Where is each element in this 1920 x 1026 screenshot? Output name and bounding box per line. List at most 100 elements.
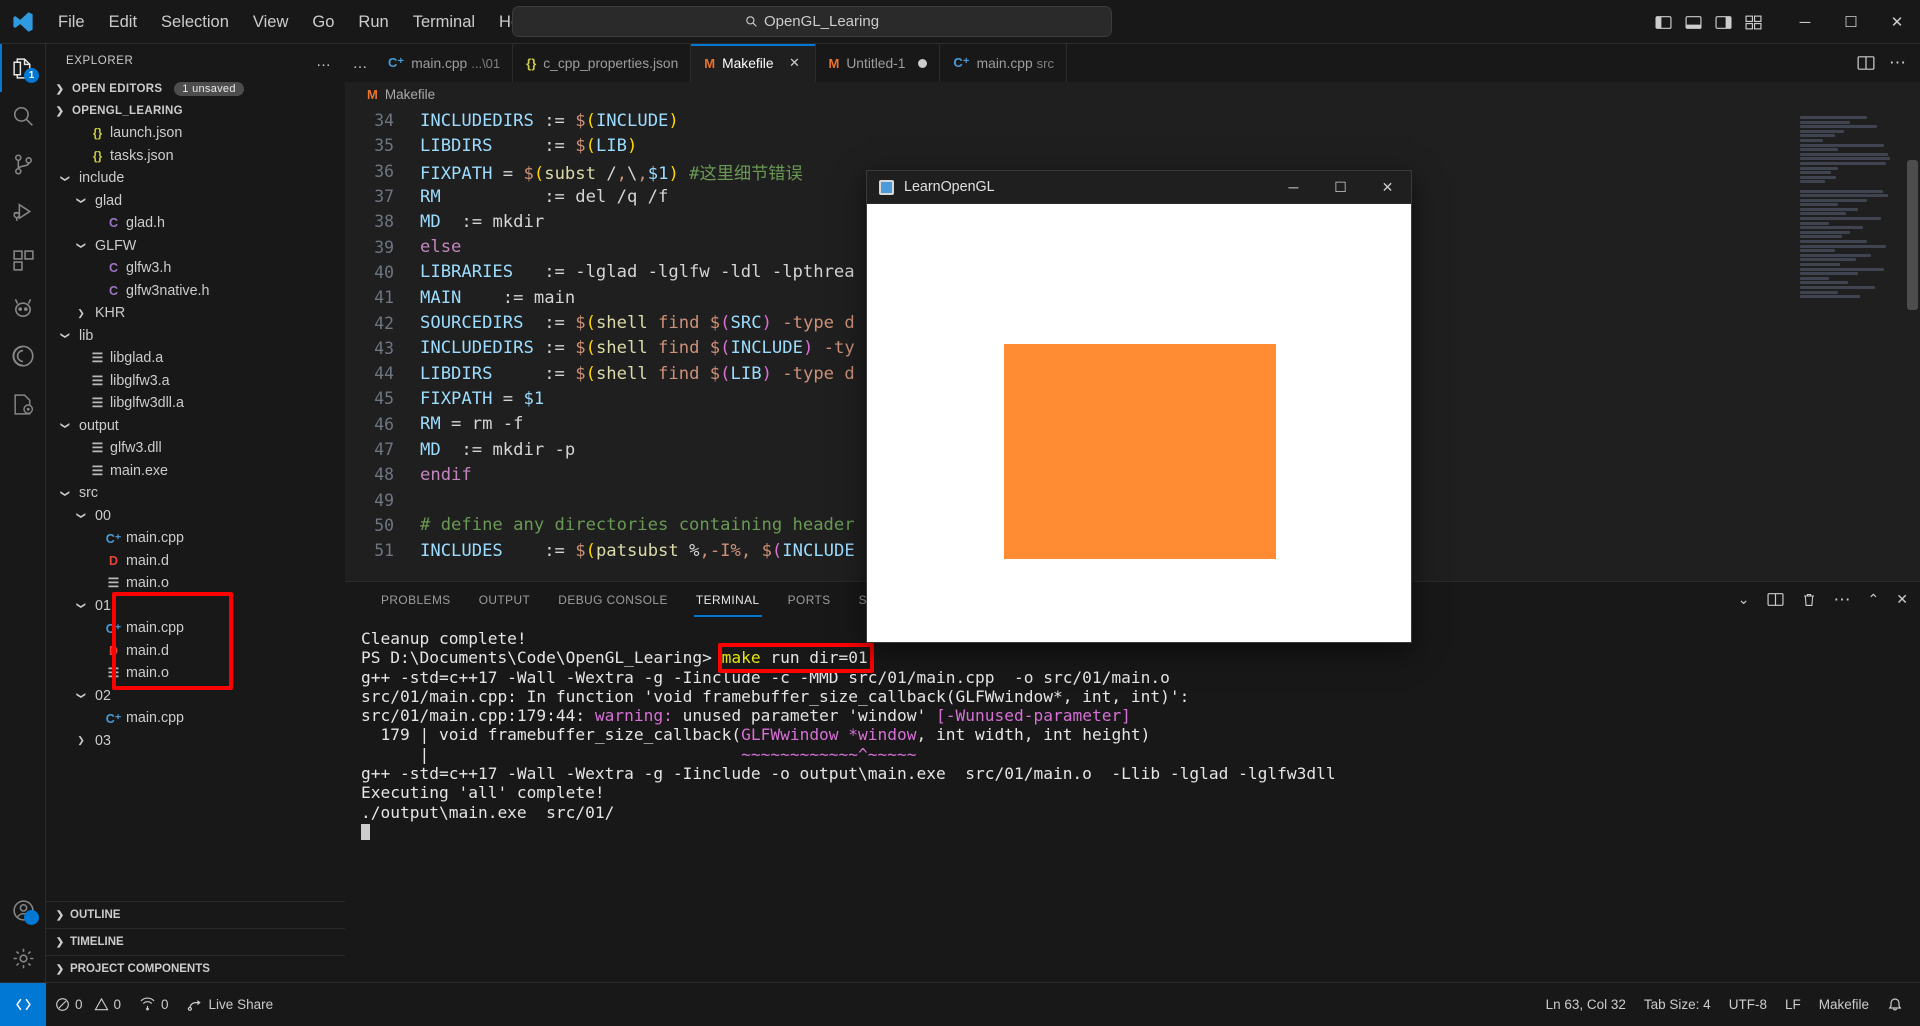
section-open-editors[interactable]: ❯ OPEN EDITORS 1 unsaved — [46, 78, 345, 100]
chevron-down-icon[interactable]: ❯ — [60, 171, 71, 185]
tree-item-libglfw3-a[interactable]: ☰ libglfw3.a — [46, 370, 345, 393]
activity-item-source-control[interactable] — [0, 140, 46, 188]
split-terminal-icon[interactable] — [1767, 591, 1784, 608]
chevron-down-icon[interactable]: ❯ — [76, 599, 87, 613]
glwindow-close-button[interactable]: ✕ — [1364, 171, 1411, 204]
panel-tab-debug-console[interactable]: DEBUG CONSOLE — [544, 582, 682, 617]
chevron-down-icon[interactable]: ❯ — [60, 329, 71, 343]
tree-item-glfw3-dll[interactable]: ☰ glfw3.dll — [46, 437, 345, 460]
remote-window-indicator[interactable] — [0, 982, 46, 1026]
editor-tab-makefile[interactable]: M Makefile ✕ — [691, 44, 816, 82]
tab-size[interactable]: Tab Size: 4 — [1635, 983, 1720, 1026]
tree-item-main-o[interactable]: ☰ main.o — [46, 572, 345, 595]
sidebar-more-actions-icon[interactable]: … — [308, 53, 339, 70]
code-line[interactable]: 35 LIBDIRS := $(LIB) — [345, 133, 1920, 158]
activity-item-platformio[interactable] — [0, 284, 46, 332]
minimap[interactable] — [1800, 106, 1904, 581]
section-outline[interactable]: ❯ OUTLINE — [46, 901, 345, 928]
tree-item-tasks-json[interactable]: {} tasks.json — [46, 145, 345, 168]
tree-item-00[interactable]: ❯ 00 — [46, 505, 345, 528]
toggle-secondary-sidebar-icon[interactable] — [1708, 0, 1738, 44]
breadcrumb[interactable]: M Makefile — [345, 82, 1920, 106]
menu-bar[interactable]: File Edit Selection View Go Run Terminal… — [46, 0, 545, 44]
end-of-line[interactable]: LF — [1776, 983, 1810, 1026]
tree-item-libglfw3dll-a[interactable]: ☰ libglfw3dll.a — [46, 392, 345, 415]
panel-tab-problems[interactable]: PROBLEMS — [367, 582, 465, 617]
menu-item-go[interactable]: Go — [300, 8, 346, 36]
activity-item-explorer[interactable]: 1 — [0, 44, 46, 92]
tree-item-include[interactable]: ❯ include — [46, 167, 345, 190]
file-tree[interactable]: {} launch.json {} tasks.json ❯ include ❯ glad Cg… — [46, 122, 345, 747]
tree-item-libglad-a[interactable]: ☰ libglad.a — [46, 347, 345, 370]
editor-more-actions-icon[interactable]: ⋯ — [1889, 53, 1906, 73]
editor-tab-main-cpp[interactable]: C⁺ main.cpp ...\01 — [375, 44, 514, 82]
chevron-down-icon[interactable]: ❯ — [76, 509, 87, 523]
section-project-components[interactable]: ❯ PROJECT COMPONENTS — [46, 955, 345, 982]
tree-item-03[interactable]: ❯ 03 — [46, 730, 345, 747]
tree-item-main-cpp[interactable]: C⁺ main.cpp — [46, 527, 345, 550]
activity-item-cpp-config[interactable] — [0, 380, 46, 428]
activity-item-search[interactable] — [0, 92, 46, 140]
panel-tab-ports[interactable]: PORTS — [774, 582, 845, 617]
tree-item-main-d[interactable]: Dmain.d — [46, 550, 345, 573]
editor-scrollbar[interactable] — [1907, 160, 1918, 310]
glwindow-minimize-button[interactable]: ─ — [1270, 171, 1317, 204]
tree-item-output[interactable]: ❯ output — [46, 415, 345, 438]
menu-item-view[interactable]: View — [241, 8, 300, 36]
menu-item-edit[interactable]: Edit — [97, 8, 149, 36]
tree-item-glfw[interactable]: ❯ GLFW — [46, 235, 345, 258]
tree-item-glad-h[interactable]: Cglad.h — [46, 212, 345, 235]
activity-item-accounts[interactable] — [0, 886, 46, 934]
tree-item-main-o[interactable]: ☰ main.o — [46, 662, 345, 685]
chevron-down-icon[interactable]: ❯ — [60, 419, 71, 433]
toggle-primary-sidebar-icon[interactable] — [1648, 0, 1678, 44]
activity-item-remote-explorer[interactable] — [0, 332, 46, 380]
activity-item-settings[interactable] — [0, 934, 46, 982]
tree-item-main-exe[interactable]: ☰ main.exe — [46, 460, 345, 483]
menu-item-terminal[interactable]: Terminal — [401, 8, 487, 36]
cursor-position[interactable]: Ln 63, Col 32 — [1537, 983, 1635, 1026]
kill-terminal-icon[interactable] — [1801, 592, 1817, 608]
menu-item-file[interactable]: File — [46, 8, 97, 36]
problems-indicator[interactable]: 0 0 — [46, 983, 130, 1026]
menu-item-selection[interactable]: Selection — [149, 8, 241, 36]
chevron-right-icon[interactable]: ❯ — [74, 308, 88, 319]
tree-item-khr[interactable]: ❯ KHR — [46, 302, 345, 325]
learnopengl-window[interactable]: LearnOpenGL ─ ☐ ✕ — [866, 170, 1412, 643]
panel-tab-output[interactable]: OUTPUT — [465, 582, 545, 617]
close-tab-icon[interactable]: ✕ — [787, 55, 803, 71]
panel-more-actions-icon[interactable]: ⋯ — [1834, 590, 1851, 610]
tree-item-glad[interactable]: ❯ glad — [46, 190, 345, 213]
chevron-down-icon[interactable]: ❯ — [60, 486, 71, 500]
editor-tab-main-cpp[interactable]: C⁺ main.cpp src — [940, 44, 1067, 82]
notifications-icon[interactable] — [1878, 983, 1912, 1026]
tree-item-lib[interactable]: ❯ lib — [46, 325, 345, 348]
customize-layout-icon[interactable] — [1738, 0, 1768, 44]
tree-item-01[interactable]: ❯ 01 — [46, 595, 345, 618]
chevron-down-icon[interactable]: ❯ — [76, 239, 87, 253]
split-editor-icon[interactable] — [1857, 54, 1875, 72]
tree-item-main-d[interactable]: Dmain.d — [46, 640, 345, 663]
chevron-down-icon[interactable]: ⌄ — [1738, 591, 1750, 608]
maximize-panel-icon[interactable]: ⌃ — [1868, 591, 1880, 608]
tree-item-main-cpp[interactable]: C⁺ main.cpp — [46, 617, 345, 640]
close-panel-icon[interactable]: ✕ — [1896, 591, 1908, 608]
language-mode[interactable]: Makefile — [1810, 983, 1878, 1026]
tab-overflow-icon[interactable]: … — [345, 44, 375, 82]
chevron-down-icon[interactable]: ❯ — [76, 194, 87, 208]
tree-item-launch-json[interactable]: {} launch.json — [46, 122, 345, 145]
window-maximize-button[interactable]: ☐ — [1828, 0, 1874, 44]
unsaved-dot-icon[interactable] — [918, 58, 928, 68]
window-minimize-button[interactable]: ─ — [1782, 0, 1828, 44]
editor-tab-c-cpp-properties-json[interactable]: {} c_cpp_properties.json — [513, 44, 692, 82]
panel-tab-terminal[interactable]: TERMINAL — [682, 582, 774, 617]
terminal-output[interactable]: Cleanup complete! PS D:\Documents\Code\Op… — [345, 617, 1920, 983]
section-workspace[interactable]: ❯ OPENGL_LEARING — [46, 100, 345, 122]
glwindow-maximize-button[interactable]: ☐ — [1317, 171, 1364, 204]
ports-indicator[interactable]: 0 — [130, 983, 178, 1026]
activity-item-extensions[interactable] — [0, 236, 46, 284]
command-search-box[interactable]: OpenGL_Learing — [512, 6, 1112, 37]
editor-tab-untitled-1[interactable]: M Untitled-1 — [815, 44, 941, 82]
chevron-right-icon[interactable]: ❯ — [74, 735, 88, 746]
tree-item-02[interactable]: ❯ 02 — [46, 685, 345, 708]
